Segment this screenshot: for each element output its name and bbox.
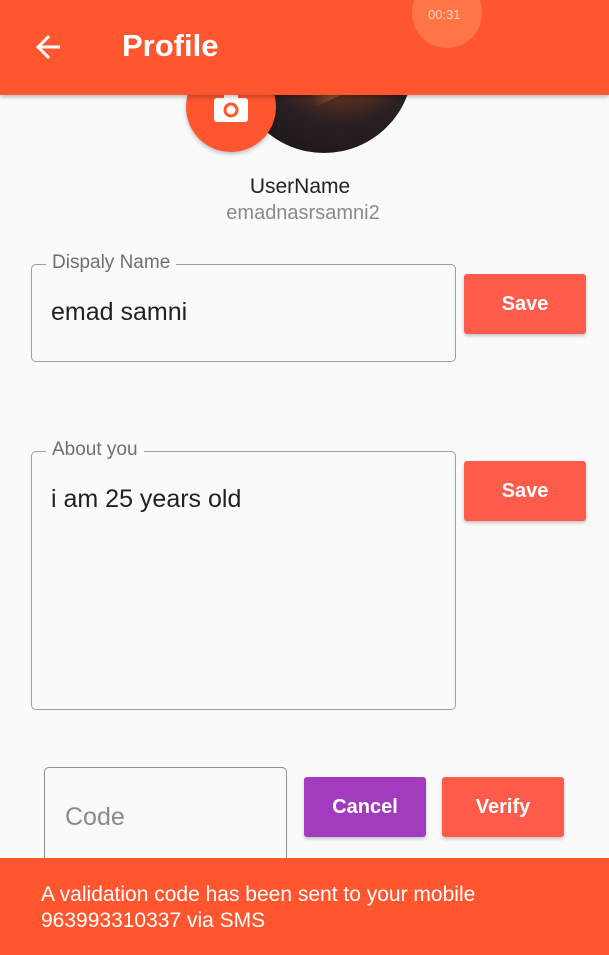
about-you-field[interactable]: About you i am 25 years old (31, 439, 456, 710)
about-you-value: i am 25 years old (51, 485, 242, 513)
user-handle: emadnasrsamni2 (226, 202, 380, 224)
username-label: UserName (249, 175, 351, 198)
code-placeholder: Code (65, 803, 125, 831)
recording-timer: 00:31 (428, 7, 461, 22)
display-name-field[interactable]: Dispaly Name emad samni (31, 252, 456, 362)
profile-screen: Profile 00:31 UserName emadnasrsamni2 Di… (0, 0, 609, 955)
verify-button[interactable]: Verify (442, 777, 564, 837)
arrow-back-icon (33, 32, 63, 67)
page-title: Profile (122, 28, 219, 63)
app-bar: Profile 00:31 (0, 0, 609, 95)
cancel-button[interactable]: Cancel (304, 777, 426, 837)
save-about-button[interactable]: Save (464, 461, 586, 521)
display-name-value: emad samni (51, 298, 188, 326)
display-name-label: Dispaly Name (46, 252, 177, 274)
save-display-name-button[interactable]: Save (464, 274, 586, 334)
back-button[interactable] (26, 27, 70, 71)
snackbar: A validation code has been sent to your … (0, 858, 609, 955)
snackbar-message: A validation code has been sent to your … (41, 883, 476, 932)
about-you-label: About you (46, 439, 144, 461)
